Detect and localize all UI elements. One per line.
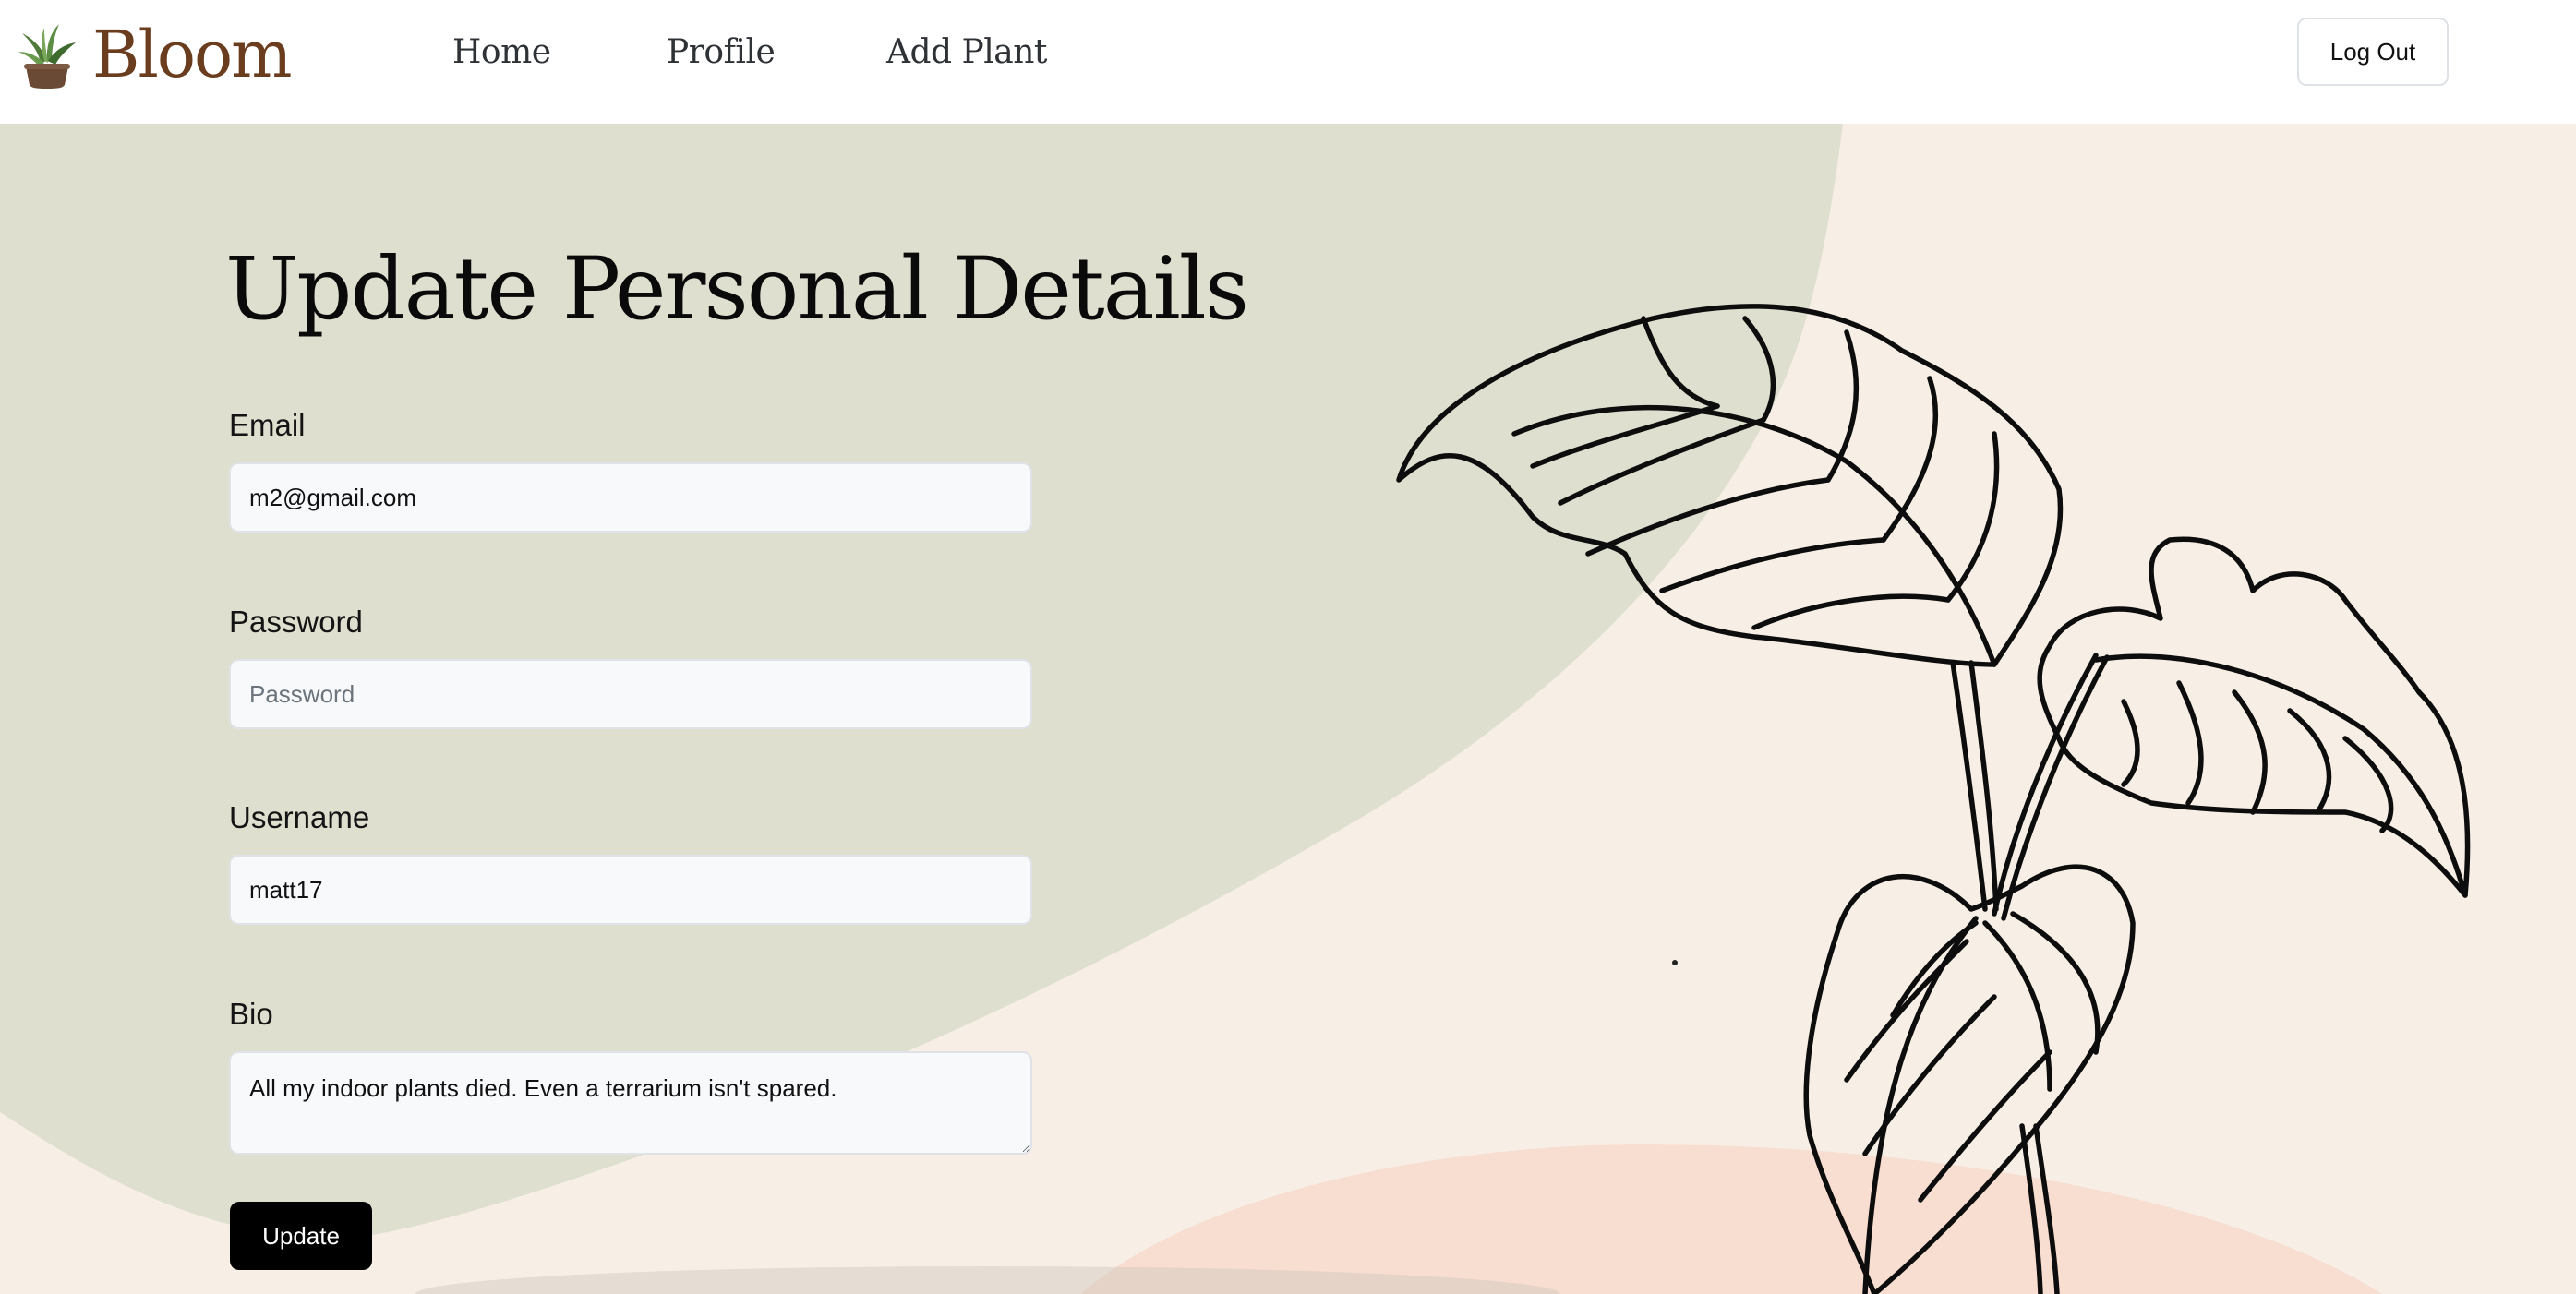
brand-logo[interactable]: Bloom — [17, 17, 292, 92]
monstera-plant-illustration — [1396, 304, 2471, 1294]
nav-profile-link[interactable]: Profile — [667, 33, 776, 71]
password-field[interactable] — [229, 659, 1032, 729]
logout-button[interactable]: Log Out — [2297, 18, 2449, 86]
decorative-dot — [1672, 960, 1678, 965]
email-field[interactable] — [229, 462, 1032, 533]
username-label: Username — [229, 800, 370, 834]
nav-add-plant-link[interactable]: Add Plant — [886, 33, 1047, 71]
password-label: Password — [229, 605, 363, 639]
nav-home-link[interactable]: Home — [452, 33, 551, 71]
page-title: Update Personal Details — [225, 239, 1249, 340]
username-field[interactable] — [229, 855, 1032, 925]
brand-name: Bloom — [92, 17, 292, 92]
bio-label: Bio — [229, 997, 273, 1031]
bio-textarea[interactable]: All my indoor plants died. Even a terrar… — [229, 1051, 1032, 1155]
update-button[interactable]: Update — [230, 1202, 372, 1270]
potted-plant-icon — [18, 24, 76, 89]
navbar: Bloom Home Profile Add Plant Log Out — [0, 0, 2576, 124]
email-label: Email — [229, 408, 306, 442]
